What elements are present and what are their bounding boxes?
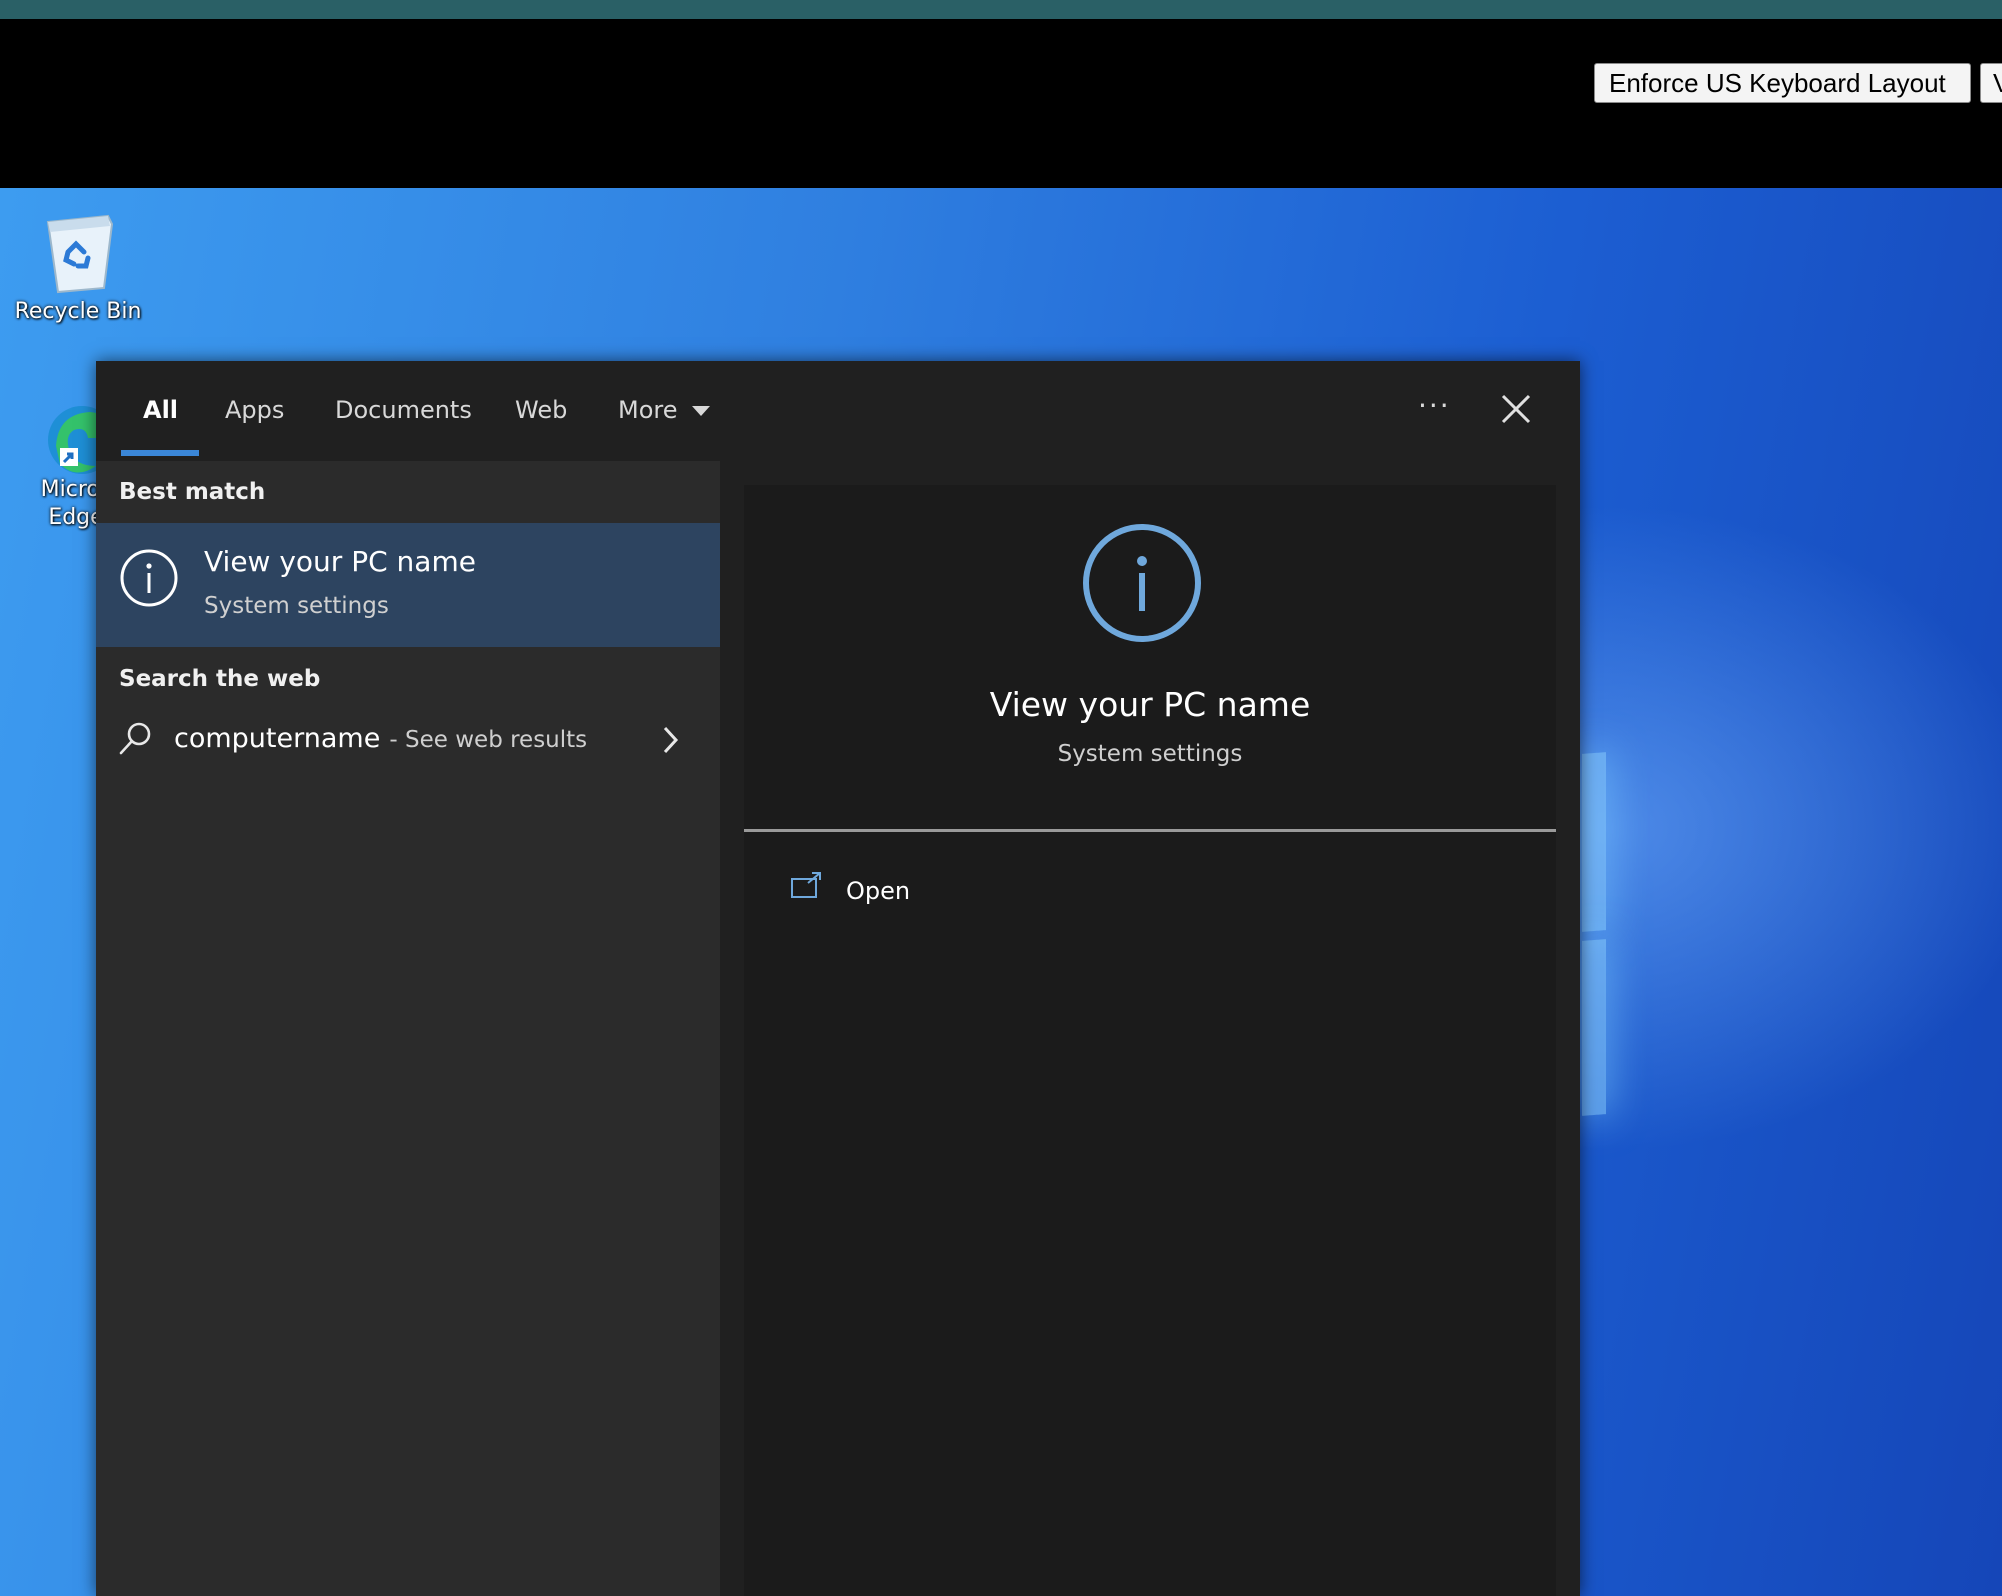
recycle-bin-shortcut[interactable]: Recycle Bin [8, 208, 148, 326]
web-result-query: computername [174, 723, 381, 754]
search-panel: All Apps Documents Web More ··· Best mat… [96, 361, 1580, 1596]
tab-web[interactable]: Web [515, 396, 567, 424]
toolbar-next-button[interactable]: V [1980, 63, 2002, 103]
preview-subtitle: System settings [1057, 741, 1243, 767]
tab-documents[interactable]: Documents [335, 396, 472, 424]
info-icon [120, 549, 178, 607]
web-result-item[interactable]: computername - See web results [96, 705, 720, 775]
chevron-down-icon [692, 406, 711, 416]
web-result-text: computername - See web results [174, 723, 587, 754]
best-match-header: Best match [119, 479, 266, 505]
search-web-header: Search the web [119, 666, 321, 692]
chevron-right-icon[interactable] [661, 725, 681, 755]
more-options-button[interactable]: ··· [1418, 389, 1451, 422]
web-result-suffix: - See web results [389, 727, 588, 753]
search-icon [119, 722, 151, 755]
close-icon[interactable] [1498, 391, 1534, 427]
window-top-strip [0, 0, 2002, 19]
recycle-bin-icon [46, 214, 114, 294]
results-pane: Best match View your PC name System sett… [96, 461, 720, 1596]
preview-title: View your PC name [989, 685, 1311, 724]
best-match-subtitle: System settings [204, 593, 389, 619]
tab-more-label: More [618, 396, 678, 424]
tab-all[interactable]: All [143, 396, 178, 424]
preview-pane: View your PC name System settings Open [744, 485, 1556, 1596]
best-match-title: View your PC name [204, 545, 476, 578]
tab-apps[interactable]: Apps [225, 396, 284, 424]
windows-logo-pane-bottom [1582, 939, 1606, 1116]
remote-toolbar: Enforce US Keyboard Layout V [0, 19, 2002, 188]
windows-logo-pane-top [1582, 752, 1606, 932]
enforce-keyboard-layout-button[interactable]: Enforce US Keyboard Layout [1594, 63, 1971, 103]
preview-divider [744, 829, 1556, 832]
recycle-bin-label: Recycle Bin [14, 299, 142, 324]
best-match-item[interactable]: View your PC name System settings [96, 523, 720, 647]
active-tab-indicator [121, 450, 199, 456]
open-icon [791, 872, 821, 898]
search-tabs: All Apps Documents Web More ··· [96, 361, 1580, 461]
info-icon-large [1083, 524, 1201, 642]
open-action[interactable]: Open [764, 865, 1164, 925]
open-action-label: Open [846, 877, 911, 905]
tab-more[interactable]: More [618, 396, 711, 424]
